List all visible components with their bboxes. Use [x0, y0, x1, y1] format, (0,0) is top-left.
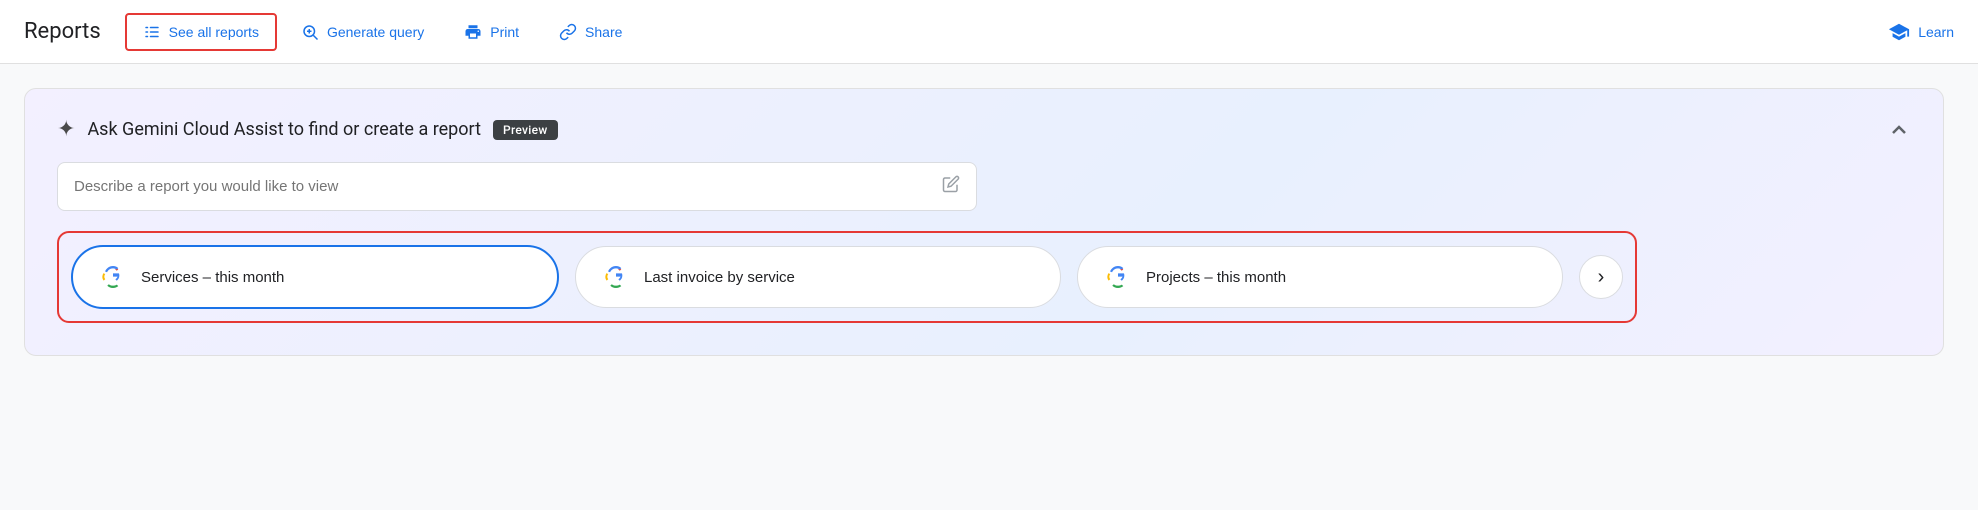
services-month-label: Services – this month [141, 269, 284, 286]
print-icon [464, 23, 482, 41]
edit-icon [942, 175, 960, 198]
last-invoice-chip[interactable]: Last invoice by service [575, 246, 1061, 308]
projects-month-chip[interactable]: Projects – this month [1077, 246, 1563, 308]
top-bar: Reports See all reports Generate query P… [0, 0, 1978, 64]
generate-query-label: Generate query [327, 24, 424, 40]
services-month-chip[interactable]: Services – this month [71, 245, 559, 309]
projects-month-label: Projects – this month [1146, 269, 1286, 286]
gemini-header: ✦ Ask Gemini Cloud Assist to find or cre… [57, 117, 1911, 142]
chevron-right-icon: › [1598, 266, 1605, 289]
preview-badge: Preview [493, 120, 558, 140]
learn-icon [1888, 21, 1910, 43]
print-label: Print [490, 24, 519, 40]
gemini-title: Ask Gemini Cloud Assist to find or creat… [87, 119, 481, 140]
gcloud-icon-1 [97, 261, 129, 293]
page-title: Reports [24, 19, 101, 44]
share-label: Share [585, 24, 622, 40]
search-bar-container [57, 162, 977, 211]
print-button[interactable]: Print [448, 15, 535, 49]
chevron-up-icon [1887, 118, 1911, 142]
list-icon [143, 23, 161, 41]
query-icon [301, 23, 319, 41]
generate-query-button[interactable]: Generate query [285, 15, 440, 49]
learn-button[interactable]: Learn [1888, 21, 1954, 43]
gcloud-icon-3 [1102, 261, 1134, 293]
share-icon [559, 23, 577, 41]
gemini-card: ✦ Ask Gemini Cloud Assist to find or cre… [24, 88, 1944, 356]
learn-label: Learn [1918, 24, 1954, 40]
main-content: ✦ Ask Gemini Cloud Assist to find or cre… [0, 64, 1978, 380]
collapse-button[interactable] [1887, 118, 1911, 142]
share-button[interactable]: Share [543, 15, 638, 49]
see-all-reports-label: See all reports [169, 24, 259, 40]
search-input[interactable] [74, 178, 934, 195]
next-reports-button[interactable]: › [1579, 255, 1623, 299]
sparkle-icon: ✦ [57, 117, 75, 142]
quick-reports-row: Services – this month Last invoice by se… [57, 231, 1637, 323]
gcloud-icon-2 [600, 261, 632, 293]
see-all-reports-button[interactable]: See all reports [125, 13, 277, 51]
last-invoice-label: Last invoice by service [644, 269, 795, 286]
